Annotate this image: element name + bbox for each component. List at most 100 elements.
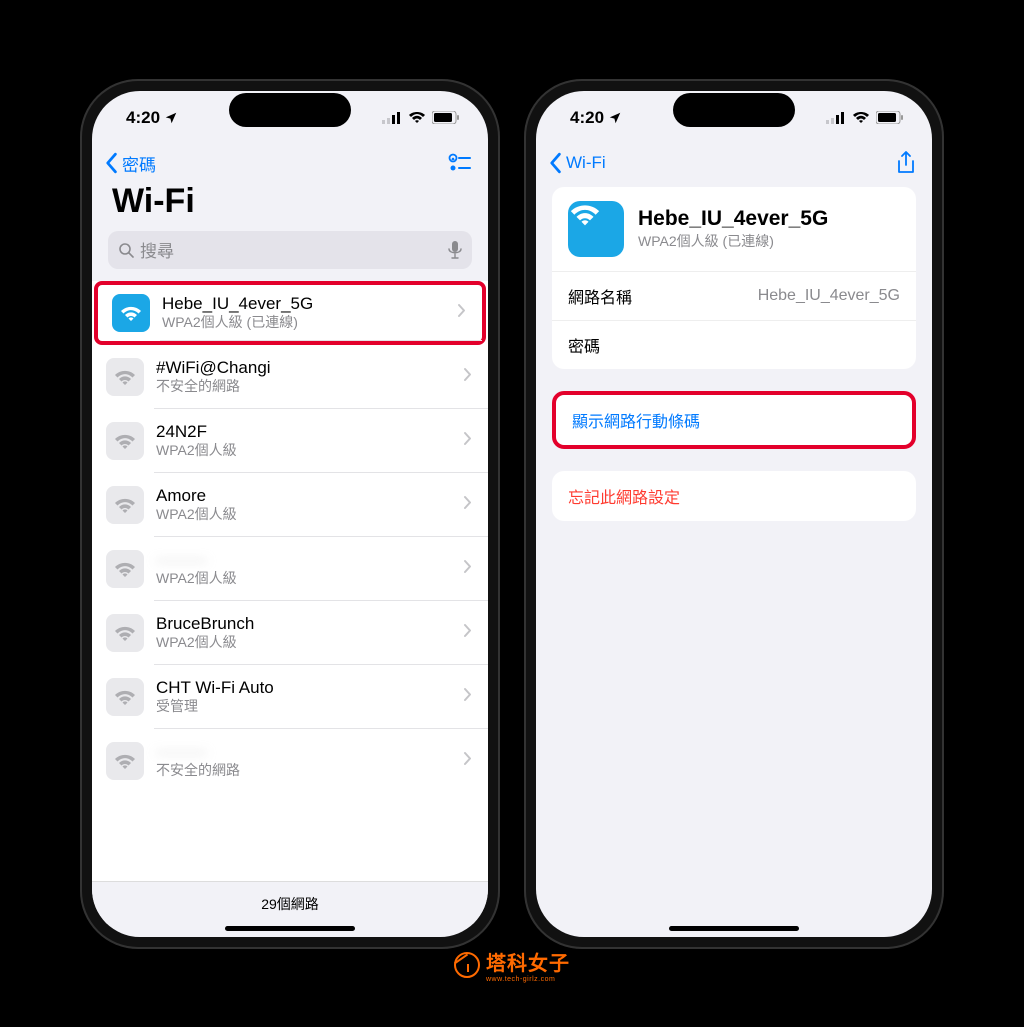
network-name-row[interactable]: 網路名稱 Hebe_IU_4ever_5G xyxy=(552,271,916,320)
network-name: Amore xyxy=(156,485,463,506)
password-label: 密碼 xyxy=(568,333,600,357)
filter-button[interactable] xyxy=(448,153,472,173)
row-text: #WiFi@Changi 不安全的網路 xyxy=(156,357,463,396)
chevron-left-icon xyxy=(546,152,564,174)
network-count: 29個網路 xyxy=(92,881,488,924)
wifi-icon xyxy=(106,422,144,460)
network-row[interactable]: #WiFi@Changi 不安全的網路 xyxy=(92,345,488,409)
chevron-right-icon xyxy=(463,751,472,771)
chevron-right-icon xyxy=(463,559,472,579)
location-arrow-icon xyxy=(608,111,622,125)
nav-bar: Wi-Fi xyxy=(536,145,932,177)
row-text: 24N2F WPA2個人級 xyxy=(156,421,463,460)
network-security: 不安全的網路 xyxy=(156,378,463,396)
row-text: Amore WPA2個人級 xyxy=(156,485,463,524)
network-row[interactable]: ——— WPA2個人級 xyxy=(92,537,488,601)
cellular-signal-icon xyxy=(382,112,402,124)
network-row[interactable]: ——— 不安全的網路 xyxy=(92,729,488,793)
chevron-right-icon xyxy=(463,431,472,451)
network-subtitle: WPA2個人級 (已連線) xyxy=(638,231,828,251)
screen-right: 4:20 Wi-Fi H xyxy=(536,91,932,937)
row-text: ——— WPA2個人級 xyxy=(156,549,463,588)
network-row[interactable]: BruceBrunch WPA2個人級 xyxy=(92,601,488,665)
back-button[interactable]: 密碼 xyxy=(102,151,156,176)
row-text: ——— 不安全的網路 xyxy=(156,741,463,780)
network-security: WPA2個人級 xyxy=(156,506,463,524)
qr-action-group: 顯示網路行動條碼 xyxy=(552,391,916,449)
network-security: WPA2個人級 xyxy=(156,442,463,460)
back-label: Wi-Fi xyxy=(566,153,606,173)
wifi-icon xyxy=(106,678,144,716)
network-detail-card: Hebe_IU_4ever_5G WPA2個人級 (已連線) 網路名稱 Hebe… xyxy=(552,187,916,369)
wifi-icon xyxy=(106,550,144,588)
network-name-value: Hebe_IU_4ever_5G xyxy=(758,287,900,305)
watermark-text: 塔科女子 xyxy=(486,947,570,976)
network-security: WPA2個人級 xyxy=(156,570,463,588)
page-title: Wi-Fi xyxy=(92,178,488,231)
wifi-icon xyxy=(106,614,144,652)
network-row[interactable]: CHT Wi-Fi Auto 受管理 xyxy=(92,665,488,729)
forget-action-group: 忘記此網路設定 xyxy=(552,471,916,521)
battery-icon xyxy=(432,111,460,124)
network-name: Hebe_IU_4ever_5G xyxy=(162,293,457,314)
wifi-icon xyxy=(568,201,624,257)
network-row[interactable]: 24N2F WPA2個人級 xyxy=(92,409,488,473)
battery-icon xyxy=(876,111,904,124)
wifi-icon xyxy=(106,358,144,396)
share-icon xyxy=(896,151,916,175)
network-row[interactable]: Hebe_IU_4ever_5G WPA2個人級 (已連線) xyxy=(94,281,486,345)
chevron-right-icon xyxy=(463,687,472,707)
network-name: ——— xyxy=(156,741,463,762)
filter-icon xyxy=(448,153,472,173)
network-title: Hebe_IU_4ever_5G xyxy=(638,207,828,231)
home-indicator[interactable] xyxy=(669,926,799,931)
row-text: Hebe_IU_4ever_5G WPA2個人級 (已連線) xyxy=(162,293,457,332)
network-security: WPA2個人級 xyxy=(156,634,463,652)
watermark-logo-icon xyxy=(454,952,480,978)
search-input[interactable]: 搜尋 xyxy=(108,231,472,269)
network-security: 不安全的網路 xyxy=(156,762,463,780)
network-header: Hebe_IU_4ever_5G WPA2個人級 (已連線) xyxy=(552,187,916,271)
network-name: #WiFi@Changi xyxy=(156,357,463,378)
network-name: 24N2F xyxy=(156,421,463,442)
network-name: CHT Wi-Fi Auto xyxy=(156,677,463,698)
phone-left: 4:20 密碼 Wi-Fi 搜尋 xyxy=(80,79,500,949)
network-security: 受管理 xyxy=(156,698,463,716)
phone-right: 4:20 Wi-Fi H xyxy=(524,79,944,949)
password-row[interactable]: 密碼 xyxy=(552,320,916,369)
cellular-signal-icon xyxy=(826,112,846,124)
back-label: 密碼 xyxy=(122,151,156,176)
watermark-url: www.tech-girlz.com xyxy=(486,976,570,983)
status-time: 4:20 xyxy=(126,108,160,128)
status-time: 4:20 xyxy=(570,108,604,128)
back-button[interactable]: Wi-Fi xyxy=(546,152,606,174)
list-footer-section: 29個網路 xyxy=(92,881,488,937)
wifi-status-icon xyxy=(852,111,870,124)
network-row[interactable]: Amore WPA2個人級 xyxy=(92,473,488,537)
network-name: BruceBrunch xyxy=(156,613,463,634)
wifi-icon xyxy=(112,294,150,332)
forget-network-button[interactable]: 忘記此網路設定 xyxy=(552,471,916,521)
network-name: ——— xyxy=(156,549,463,570)
location-arrow-icon xyxy=(164,111,178,125)
chevron-left-icon xyxy=(102,152,120,174)
search-icon xyxy=(118,242,134,258)
nav-bar: 密碼 xyxy=(92,145,488,178)
spacer xyxy=(536,521,932,924)
chevron-right-icon xyxy=(457,303,466,323)
dynamic-island xyxy=(229,93,351,127)
home-indicator[interactable] xyxy=(225,926,355,931)
row-text: BruceBrunch WPA2個人級 xyxy=(156,613,463,652)
screen-left: 4:20 密碼 Wi-Fi 搜尋 xyxy=(92,91,488,937)
wifi-icon xyxy=(106,742,144,780)
chevron-right-icon xyxy=(463,623,472,643)
search-placeholder: 搜尋 xyxy=(140,237,174,262)
microphone-icon[interactable] xyxy=(448,241,462,259)
network-name-label: 網路名稱 xyxy=(568,284,632,308)
watermark: 塔科女子 www.tech-girlz.com xyxy=(454,947,570,983)
show-qr-button[interactable]: 顯示網路行動條碼 xyxy=(556,395,912,445)
chevron-right-icon xyxy=(463,495,472,515)
share-button[interactable] xyxy=(896,151,916,175)
dynamic-island xyxy=(673,93,795,127)
network-list: Hebe_IU_4ever_5G WPA2個人級 (已連線) #WiFi@Cha… xyxy=(92,281,488,881)
